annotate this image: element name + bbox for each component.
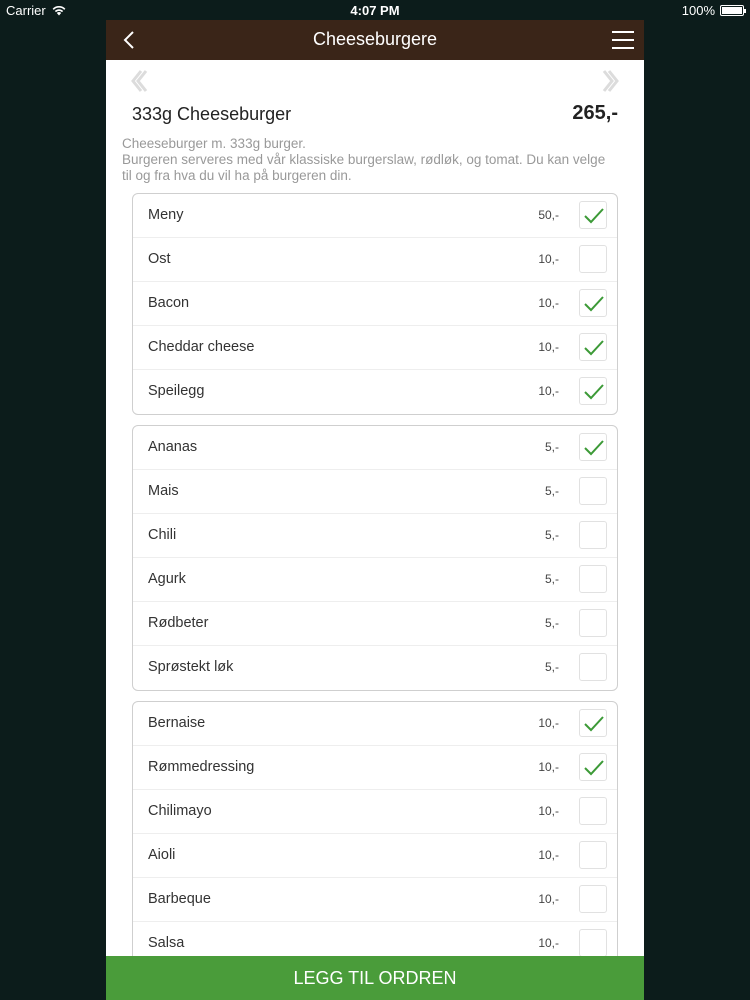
product-pager [106,60,644,100]
option-checkbox[interactable] [579,477,607,505]
option-checkbox[interactable] [579,433,607,461]
checkmark-icon [584,760,604,776]
option-label: Aioli [148,847,176,863]
description-line-1: Cheeseburger m. 333g burger. [122,136,306,151]
option-label: Agurk [148,571,186,587]
option-label: Salsa [148,935,185,951]
option-row[interactable]: Speilegg 10,- [133,370,617,414]
battery-icon [720,5,746,16]
option-checkbox[interactable] [579,201,607,229]
option-label: Chilimayo [148,803,212,819]
option-checkbox[interactable] [579,885,607,913]
option-checkbox[interactable] [579,245,607,273]
option-checkbox[interactable] [579,709,607,737]
option-label: Meny [148,207,184,223]
option-price: 50,- [538,208,559,222]
product-price: 265,- [572,102,618,124]
option-row[interactable]: Sprøstekt løk 5,- [133,646,617,690]
add-to-order-button[interactable]: LEGG TIL ORDREN [106,956,644,1000]
checkmark-icon [584,208,604,224]
option-checkbox[interactable] [579,753,607,781]
checkmark-icon [584,340,604,356]
option-price: 5,- [544,660,559,674]
option-checkbox[interactable] [579,377,607,405]
option-label: Chili [148,527,177,543]
option-label: Ananas [148,439,198,455]
navbar: Cheeseburgere [106,20,644,60]
hamburger-menu-icon[interactable] [612,29,634,51]
option-label: Ost [148,251,171,267]
option-label: Bacon [148,295,190,311]
option-row[interactable]: Bacon 10,- [133,282,617,326]
option-row[interactable]: Meny 50,- [133,194,617,238]
option-row[interactable]: Cheddar cheese 10,- [133,326,617,370]
checkmark-icon [584,296,604,312]
description-line-2: Burgeren serveres med vår klassiske burg… [122,152,606,183]
product-header: 333g Cheeseburger 265,- [106,100,644,136]
previous-product-icon[interactable] [128,68,150,94]
option-label: Cheddar cheese [148,339,255,355]
option-price: 10,- [538,340,559,354]
option-checkbox[interactable] [579,841,607,869]
option-checkbox[interactable] [579,289,607,317]
checkmark-icon [584,384,604,400]
option-row[interactable]: Rømmedressing 10,- [133,746,617,790]
option-price: 5,- [544,572,559,586]
option-price: 10,- [538,252,559,266]
options-list: Meny 50,- Ost 10,- Bacon 10,- Cheddar cheese 10… [106,193,644,967]
option-checkbox[interactable] [579,521,607,549]
battery-info: 100% [681,3,746,18]
product-description: Cheeseburger m. 333g burger. Burgeren se… [106,136,644,193]
option-price: 10,- [538,936,559,950]
option-row[interactable]: Chili 5,- [133,514,617,558]
option-label: Rømmedressing [148,759,255,775]
option-price: 5,- [544,616,559,630]
option-row[interactable]: Ost 10,- [133,238,617,282]
status-bar: Carrier 4:07 PM 100% [0,0,750,20]
option-row[interactable]: Barbeque 10,- [133,878,617,922]
checkmark-icon [584,440,604,456]
option-row[interactable]: Rødbeter 5,- [133,602,617,646]
nav-title: Cheeseburgere [312,29,438,49]
product-name: 333g Cheeseburger [132,104,292,124]
option-checkbox[interactable] [579,333,607,361]
menu-item-panel: Cheeseburgere 333g Cheeseburger 265,- Ch… [106,20,644,1000]
status-time: 4:07 PM [350,3,400,18]
option-price: 10,- [538,804,559,818]
option-checkbox[interactable] [579,565,607,593]
option-group: Ananas 5,- Mais 5,- Chili 5,- Agurk 5,- Rødbeter… [132,425,618,691]
next-product-icon[interactable] [600,68,622,94]
option-label: Speilegg [148,383,205,399]
option-price: 10,- [538,848,559,862]
option-label: Rødbeter [148,615,209,631]
option-row[interactable]: Mais 5,- [133,470,617,514]
option-price: 5,- [544,528,559,542]
option-row[interactable]: Chilimayo 10,- [133,790,617,834]
option-checkbox[interactable] [579,797,607,825]
option-price: 10,- [538,296,559,310]
option-label: Barbeque [148,891,211,907]
option-group: Meny 50,- Ost 10,- Bacon 10,- Cheddar cheese 10… [132,193,618,415]
option-row[interactable]: Aioli 10,- [133,834,617,878]
option-price: 5,- [544,484,559,498]
option-price: 10,- [538,716,559,730]
option-price: 10,- [538,892,559,906]
option-price: 10,- [538,760,559,774]
option-row[interactable]: Bernaise 10,- [133,702,617,746]
option-label: Mais [148,483,179,499]
option-checkbox[interactable] [579,609,607,637]
option-row[interactable]: Ananas 5,- [133,426,617,470]
option-price: 5,- [544,440,559,454]
battery-percent: 100% [681,3,715,18]
option-label: Sprøstekt løk [148,659,234,675]
option-label: Bernaise [148,715,206,731]
option-checkbox[interactable] [579,653,607,681]
checkmark-icon [584,716,604,732]
option-checkbox[interactable] [579,929,607,957]
option-price: 10,- [538,384,559,398]
option-group: Bernaise 10,- Rømmedressing 10,- Chilimayo 10… [132,701,618,967]
option-row[interactable]: Agurk 5,- [133,558,617,602]
